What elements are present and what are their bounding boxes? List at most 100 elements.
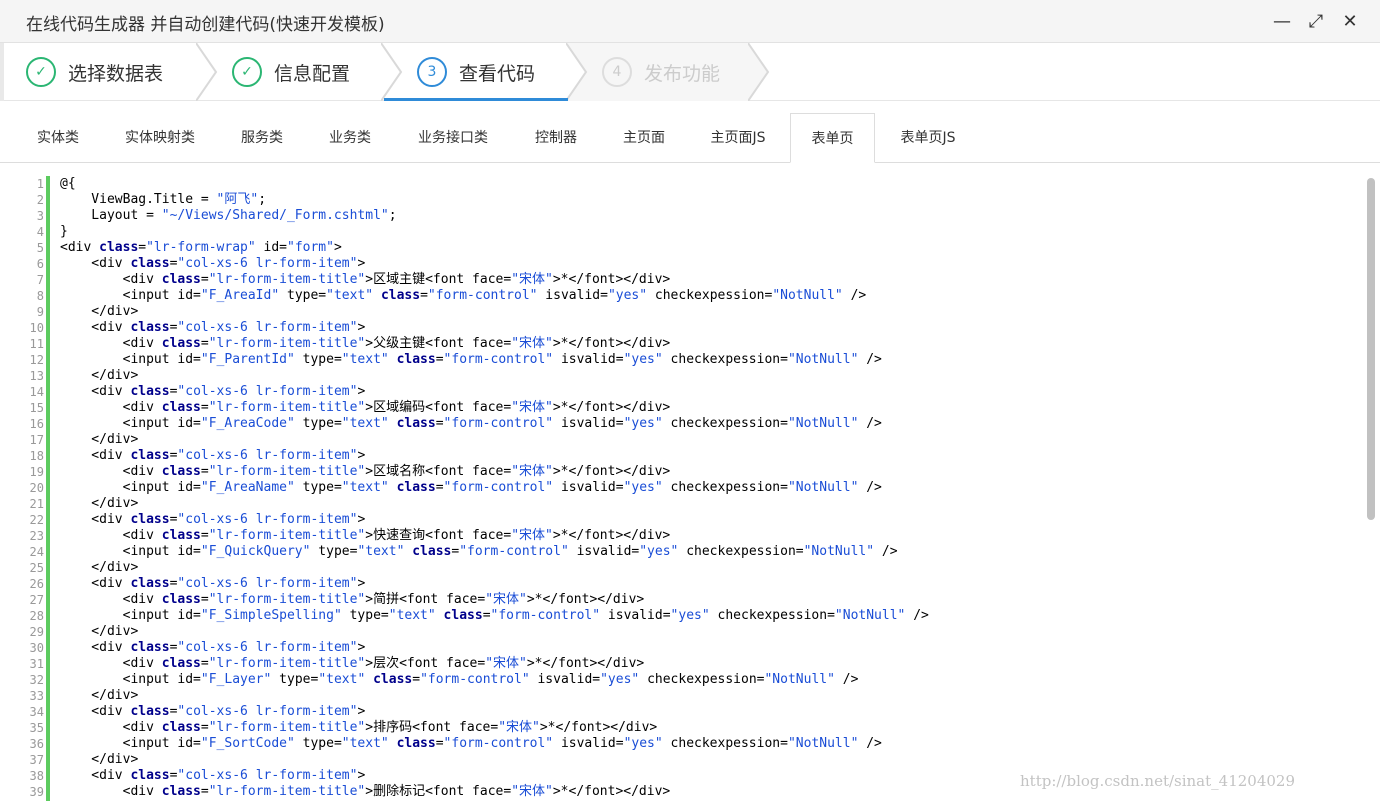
tab-business[interactable]: 业务类 bbox=[308, 113, 392, 163]
code-text: type= bbox=[294, 736, 342, 751]
tab-controller[interactable]: 控制器 bbox=[514, 113, 598, 163]
code-string: "yes" bbox=[623, 352, 663, 367]
tab-entity-mapping[interactable]: 实体映射类 bbox=[106, 113, 214, 163]
code-keyword: class bbox=[130, 384, 170, 399]
line-number: 38 bbox=[29, 769, 44, 783]
code-text: <input id= bbox=[60, 352, 201, 367]
code-keyword: class bbox=[161, 336, 201, 351]
wizard-step-config[interactable]: ✓ 信息配置 bbox=[232, 43, 350, 101]
code-text: > bbox=[357, 640, 366, 655]
line-number: 4 bbox=[36, 225, 44, 239]
code-text: checkexpession= bbox=[662, 352, 788, 367]
line-number: 16 bbox=[29, 417, 44, 431]
code-line: </div> bbox=[60, 752, 929, 768]
code-string: "text" bbox=[341, 736, 389, 751]
code-string: "col-xs-6 lr-form-item" bbox=[177, 640, 358, 655]
line-number: 24 bbox=[29, 545, 44, 559]
code-string: "yes" bbox=[600, 672, 640, 687]
code-text: = bbox=[482, 608, 491, 623]
code-string: "lr-form-item-title" bbox=[208, 464, 366, 479]
line-number: 3 bbox=[36, 209, 44, 223]
code-line: <input id="F_SimpleSpelling" type="text"… bbox=[60, 608, 929, 624]
code-text: = bbox=[435, 352, 444, 367]
wizard-step-view-code[interactable]: 3 查看代码 bbox=[417, 43, 535, 101]
tab-service[interactable]: 服务类 bbox=[220, 113, 304, 163]
code-text: = bbox=[435, 736, 444, 751]
code-string: "宋体" bbox=[511, 464, 553, 479]
tab-entity[interactable]: 实体类 bbox=[16, 113, 100, 163]
code-string: "宋体" bbox=[485, 656, 527, 671]
maximize-icon[interactable]: ⤢ bbox=[1304, 9, 1328, 33]
minimize-icon[interactable]: — bbox=[1270, 9, 1294, 33]
code-keyword: class bbox=[130, 768, 170, 783]
wizard-step-publish[interactable]: 4 发布功能 bbox=[568, 43, 748, 101]
code-text: </div> bbox=[60, 560, 139, 575]
code-text: <div bbox=[60, 784, 162, 799]
code-text: /> bbox=[905, 608, 929, 623]
code-line: <div class="lr-form-wrap" id="form"> bbox=[60, 240, 929, 256]
line-number: 29 bbox=[29, 625, 44, 639]
line-number: 22 bbox=[29, 513, 44, 527]
line-number: 12 bbox=[29, 353, 44, 367]
line-number: 28 bbox=[29, 609, 44, 623]
code-string: "宋体" bbox=[511, 528, 553, 543]
code-string: "宋体" bbox=[511, 336, 553, 351]
code-text: >区域名称<font face= bbox=[365, 464, 512, 479]
code-line: <input id="F_AreaId" type="text" class="… bbox=[60, 288, 929, 304]
code-text: type= bbox=[271, 672, 319, 687]
code-text: /> bbox=[858, 736, 882, 751]
tab-main-page-js[interactable]: 主页面JS bbox=[692, 113, 784, 163]
code-line: <div class="lr-form-item-title">层次<font … bbox=[60, 656, 929, 672]
code-line: <div class="lr-form-item-title">区域名称<fon… bbox=[60, 464, 929, 480]
vertical-scrollbar[interactable] bbox=[1367, 178, 1375, 520]
code-text: > bbox=[357, 320, 366, 335]
step-label: 选择数据表 bbox=[68, 62, 164, 85]
code-text: >*</font></div> bbox=[552, 272, 671, 287]
code-text: >*</font></div> bbox=[552, 336, 671, 351]
close-icon[interactable]: ✕ bbox=[1338, 9, 1362, 33]
code-text: /> bbox=[858, 480, 882, 495]
code-line: </div> bbox=[60, 368, 929, 384]
code-editor[interactable]: 1 2 3 4 5 6 7 8 9 10 11 12 13 14 15 16 17 18 19 20 21 22 23 24 2… bbox=[14, 176, 1378, 801]
tab-form-page[interactable]: 表单页 bbox=[790, 113, 875, 163]
code-text: <input id= bbox=[60, 608, 201, 623]
code-string: "yes" bbox=[623, 480, 663, 495]
code-text: checkexpession= bbox=[639, 672, 765, 687]
code-text: = bbox=[200, 784, 209, 799]
code-string: "yes" bbox=[670, 608, 710, 623]
code-line: <input id="F_ParentId" type="text" class… bbox=[60, 352, 929, 368]
code-text: >删除标记<font face= bbox=[365, 784, 512, 799]
code-string: "col-xs-6 lr-form-item" bbox=[177, 576, 358, 591]
code-string: "F_QuickQuery" bbox=[200, 544, 311, 559]
code-string: "lr-form-item-title" bbox=[208, 400, 366, 415]
code-string: "col-xs-6 lr-form-item" bbox=[177, 512, 358, 527]
code-text: <div bbox=[60, 592, 162, 607]
code-string: "col-xs-6 lr-form-item" bbox=[177, 768, 358, 783]
code-text: </div> bbox=[60, 496, 139, 511]
code-text: >区域主键<font face= bbox=[365, 272, 512, 287]
code-string: "text" bbox=[341, 352, 389, 367]
tab-business-interface[interactable]: 业务接口类 bbox=[400, 113, 506, 163]
code-text: checkexpession= bbox=[662, 416, 788, 431]
code-line: <div class="lr-form-item-title">快速查询<fon… bbox=[60, 528, 929, 544]
code-text: >*</font></div> bbox=[552, 400, 671, 415]
code-keyword: class bbox=[396, 352, 436, 367]
line-number: 31 bbox=[29, 657, 44, 671]
code-string: "form-control" bbox=[420, 672, 530, 687]
code-string: "form-control" bbox=[490, 608, 601, 623]
code-line: ViewBag.Title = "阿飞"; bbox=[60, 192, 929, 208]
code-text: >层次<font face= bbox=[365, 656, 486, 671]
code-text: > bbox=[357, 576, 366, 591]
code-string: "form" bbox=[287, 240, 334, 255]
tab-form-page-js[interactable]: 表单页JS bbox=[882, 113, 974, 163]
code-text: <div bbox=[60, 272, 162, 287]
tab-main-page[interactable]: 主页面 bbox=[602, 113, 686, 163]
code-string: "form-control" bbox=[443, 480, 554, 495]
wizard-step-select-table[interactable]: ✓ 选择数据表 bbox=[26, 43, 163, 101]
code-string: "宋体" bbox=[511, 400, 553, 415]
code-text: type= bbox=[341, 608, 389, 623]
code-line: <div class="lr-form-item-title">父级主键<fon… bbox=[60, 336, 929, 352]
chevron-right-icon bbox=[196, 43, 218, 101]
